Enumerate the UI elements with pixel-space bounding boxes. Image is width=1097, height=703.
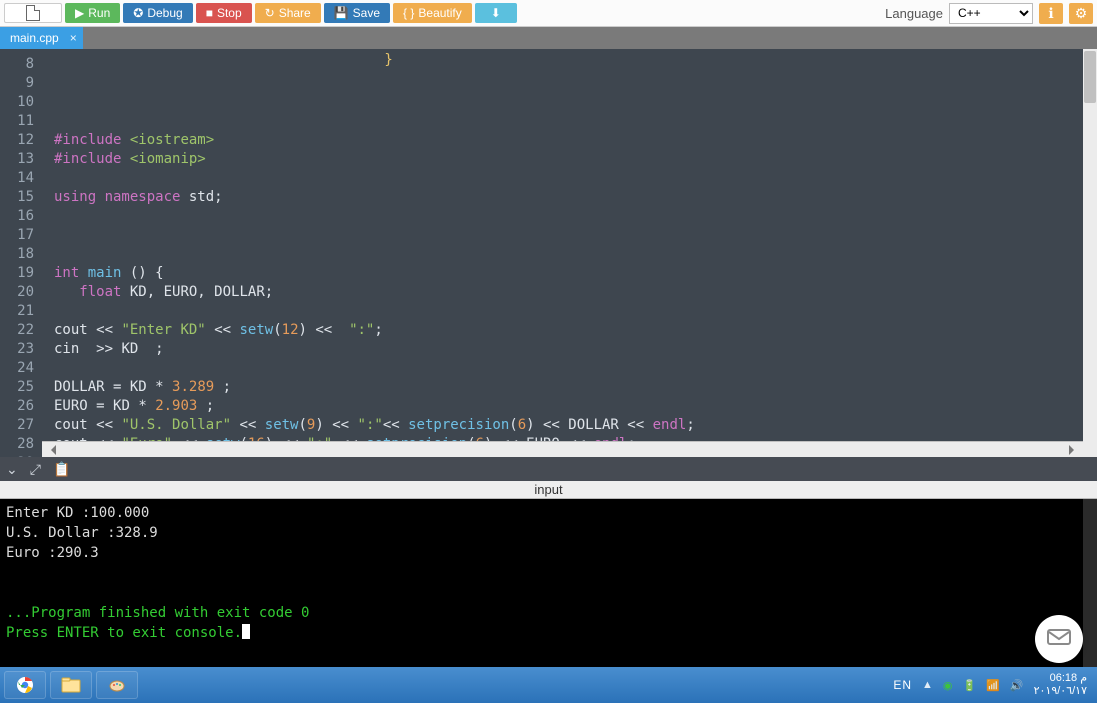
taskbar-clock[interactable]: 06:18 م ٢٠١٩/٠٦/١٧ (1034, 672, 1087, 698)
save-label: Save (353, 6, 380, 20)
beautify-label: Beautify (418, 6, 461, 20)
share-button[interactable]: ↻ Share (255, 3, 321, 23)
run-button[interactable]: ▶ Run (65, 3, 120, 23)
stop-label: Stop (217, 6, 242, 20)
clock-time: 06:18 م (1034, 672, 1087, 685)
console-toolbar: ⌄ ⤢ 📋 (0, 457, 1097, 481)
stop-icon: ■ (206, 6, 213, 20)
line-gutter: 8910111213141516171819202122232425262728… (0, 49, 42, 457)
language-label: Language (885, 6, 943, 21)
tray-battery-icon[interactable]: 🔋 (963, 679, 977, 692)
tab-label: main.cpp (10, 31, 59, 45)
mail-icon (1047, 629, 1071, 649)
gear-icon: ⚙ (1075, 5, 1088, 22)
settings-button[interactable]: ⚙ (1069, 3, 1093, 24)
code-editor[interactable]: 8910111213141516171819202122232425262728… (0, 49, 1097, 457)
save-icon: 💾 (334, 6, 349, 20)
clock-date: ٢٠١٩/٠٦/١٧ (1034, 685, 1087, 698)
input-bar[interactable]: input (0, 481, 1097, 499)
top-toolbar: ▶ Run ✪ Debug ■ Stop ↻ Share 💾 Save { } Beauti… (0, 0, 1097, 27)
expand-icon[interactable]: ⤢ (30, 461, 41, 478)
tray-flag-icon[interactable]: ▲ (922, 679, 933, 691)
file-icon (26, 5, 40, 21)
console-scrollbar[interactable] (1083, 499, 1097, 667)
taskbar-explorer[interactable] (50, 671, 92, 699)
tab-bar: main.cpp × (0, 27, 1097, 49)
brace-indicator: } (384, 51, 392, 70)
debug-label: Debug (147, 6, 182, 20)
tab-main-cpp[interactable]: main.cpp × (0, 27, 83, 49)
code-area[interactable]: } #include <iostream>#include <iomanip>u… (42, 49, 703, 457)
horizontal-scrollbar[interactable] (42, 441, 1083, 457)
vertical-scrollbar[interactable] (1083, 49, 1097, 441)
language-select[interactable]: C++ (949, 3, 1033, 24)
download-icon: ⬇ (491, 6, 501, 20)
beautify-button[interactable]: { } Beautify (393, 3, 472, 23)
chevron-down-icon[interactable]: ⌄ (6, 461, 18, 478)
console-output[interactable]: Enter KD :100.000U.S. Dollar :328.9Euro … (0, 499, 1097, 667)
taskbar-chrome[interactable] (4, 671, 46, 699)
taskbar-lang[interactable]: EN (893, 678, 912, 692)
new-file-button[interactable] (4, 3, 62, 23)
chat-button[interactable] (1035, 615, 1083, 663)
save-button[interactable]: 💾 Save (324, 3, 390, 23)
bug-icon: ✪ (133, 6, 143, 20)
share-icon: ↻ (265, 6, 275, 20)
tray-network-icon[interactable]: 📶 (986, 679, 1000, 692)
play-icon: ▶ (75, 6, 84, 20)
tray-volume-icon[interactable]: 🔊 (1010, 679, 1024, 692)
debug-button[interactable]: ✪ Debug (123, 3, 192, 23)
windows-taskbar: EN ▲ ◉ 🔋 📶 🔊 06:18 م ٢٠١٩/٠٦/١٧ (0, 667, 1097, 703)
close-icon[interactable]: × (70, 31, 77, 45)
run-label: Run (88, 6, 110, 20)
tray-shield-icon[interactable]: ◉ (943, 679, 953, 692)
taskbar-paint[interactable] (96, 671, 138, 699)
braces-icon: { } (403, 6, 414, 20)
share-label: Share (279, 6, 311, 20)
copy-icon[interactable]: 📋 (53, 461, 70, 478)
download-button[interactable]: ⬇ (475, 3, 517, 23)
stop-button[interactable]: ■ Stop (196, 3, 252, 23)
info-button[interactable]: ℹ (1039, 3, 1063, 24)
info-icon: ℹ (1048, 5, 1053, 22)
